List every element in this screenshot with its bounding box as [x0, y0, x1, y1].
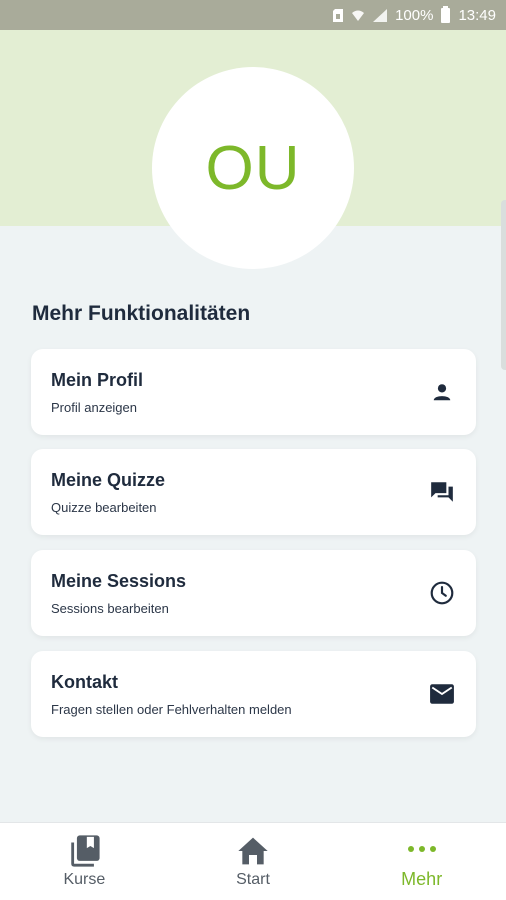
nav-label-start: Start: [236, 870, 270, 888]
nav-item-start[interactable]: Start: [169, 823, 338, 900]
avatar[interactable]: OU: [152, 67, 354, 269]
battery-icon: [441, 5, 451, 23]
card-meine-sessions[interactable]: Meine Sessions Sessions bearbeiten: [31, 550, 476, 636]
battery-percent: 100%: [395, 6, 434, 24]
card-title: Meine Quizze: [51, 469, 166, 490]
status-bar: 100% 13:49: [0, 0, 506, 30]
clock-icon: [428, 579, 456, 607]
nav-label-kurse: Kurse: [63, 870, 106, 888]
card-subtitle: Sessions bearbeiten: [51, 600, 169, 616]
chat-icon: [428, 478, 456, 506]
signal-icon: [373, 8, 388, 22]
sim-icon: [333, 8, 344, 22]
section-title: Mehr Funktionalitäten: [32, 302, 251, 325]
card-title: Kontakt: [51, 671, 118, 692]
card-mein-profil[interactable]: Mein Profil Profil anzeigen: [31, 349, 476, 435]
card-subtitle: Profil anzeigen: [51, 399, 137, 415]
nav-item-kurse[interactable]: Kurse: [0, 823, 169, 900]
card-subtitle: Quizze bearbeiten: [51, 499, 157, 515]
card-meine-quizze[interactable]: Meine Quizze Quizze bearbeiten: [31, 449, 476, 535]
bottom-navigation: Kurse Start Mehr: [0, 822, 506, 900]
home-icon: [237, 835, 269, 867]
card-title: Meine Sessions: [51, 570, 187, 591]
library-icon: [67, 834, 101, 867]
card-kontakt[interactable]: Kontakt Fragen stellen oder Fehlverhalte…: [31, 651, 476, 737]
nav-item-mehr[interactable]: Mehr: [337, 823, 506, 900]
edge-panel-handle[interactable]: [501, 200, 506, 370]
nav-label-mehr: Mehr: [401, 869, 443, 889]
avatar-initials: OU: [205, 133, 301, 203]
person-icon: [428, 378, 456, 406]
more-dots-icon: [407, 833, 437, 865]
card-subtitle: Fragen stellen oder Fehlverhalten melden: [51, 701, 292, 717]
mail-icon: [428, 680, 456, 708]
wifi-icon: [351, 9, 365, 22]
clock-time: 13:49: [458, 6, 496, 24]
card-title: Mein Profil: [51, 369, 144, 390]
